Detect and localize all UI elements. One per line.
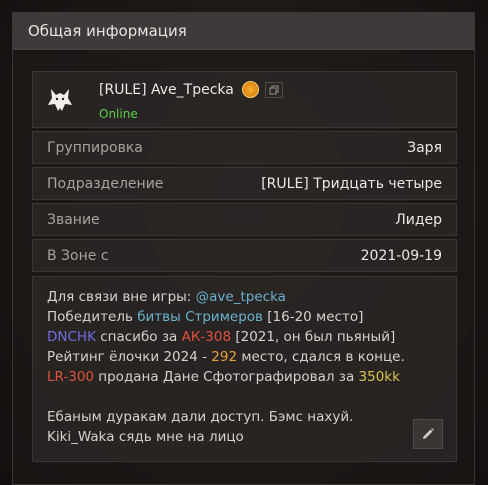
pencil-icon <box>423 428 434 439</box>
wolf-icon <box>45 85 75 115</box>
field-label: Звание <box>47 211 100 228</box>
field-value: 2021-09-19 <box>360 247 442 264</box>
field-row-rank: Звание Лидер <box>32 203 457 236</box>
profile-card: [RULE] Ave_Трecka Online <box>32 71 457 128</box>
about-card: Для связи вне игры: @ave_tpecka Победите… <box>32 276 457 462</box>
about-line: LR-300 продана Дане Сфотографировал за 3… <box>47 369 400 385</box>
field-label: Группировка <box>47 139 143 156</box>
panel-title: Общая информация <box>13 13 474 50</box>
copy-button[interactable] <box>264 81 283 98</box>
copy-icon <box>269 85 279 94</box>
username: [RULE] Ave_Трecka <box>99 81 234 98</box>
edit-button[interactable] <box>413 419 443 449</box>
online-status: Online <box>99 107 138 121</box>
field-row-zone-since: В Зоне с 2021-09-19 <box>32 239 457 272</box>
field-value: Лидер <box>395 211 442 228</box>
about-line: Рейтинг ёлочки 2024 - 292 место, сдался … <box>47 349 405 365</box>
about-line: Для связи вне игры: @ave_tpecka <box>47 289 286 305</box>
general-info-panel: Общая информация [RULE] Ave_Трecka Onlin… <box>12 12 475 485</box>
about-line: Ебаным дуракам дали доступ. Бэмс нахуй. <box>47 409 354 425</box>
field-value: [RULE] Тридцать четыре <box>261 175 442 192</box>
field-label: В Зоне с <box>47 247 109 264</box>
field-value: Заря <box>407 139 442 156</box>
sun-badge-icon <box>241 81 259 98</box>
contact-link[interactable]: @ave_tpecka <box>196 289 286 305</box>
about-line: DNCHK спасибо за АК-308 [2021, он был пь… <box>47 329 396 345</box>
field-row-division: Подразделение [RULE] Тридцать четыре <box>32 167 457 200</box>
about-line: Kiki_Waka сядь мне на лицо <box>47 429 244 445</box>
field-label: Подразделение <box>47 175 164 192</box>
field-row-faction: Группировка Заря <box>32 131 457 164</box>
about-line: Победитель битвы Стримеров [16-20 место] <box>47 309 364 325</box>
